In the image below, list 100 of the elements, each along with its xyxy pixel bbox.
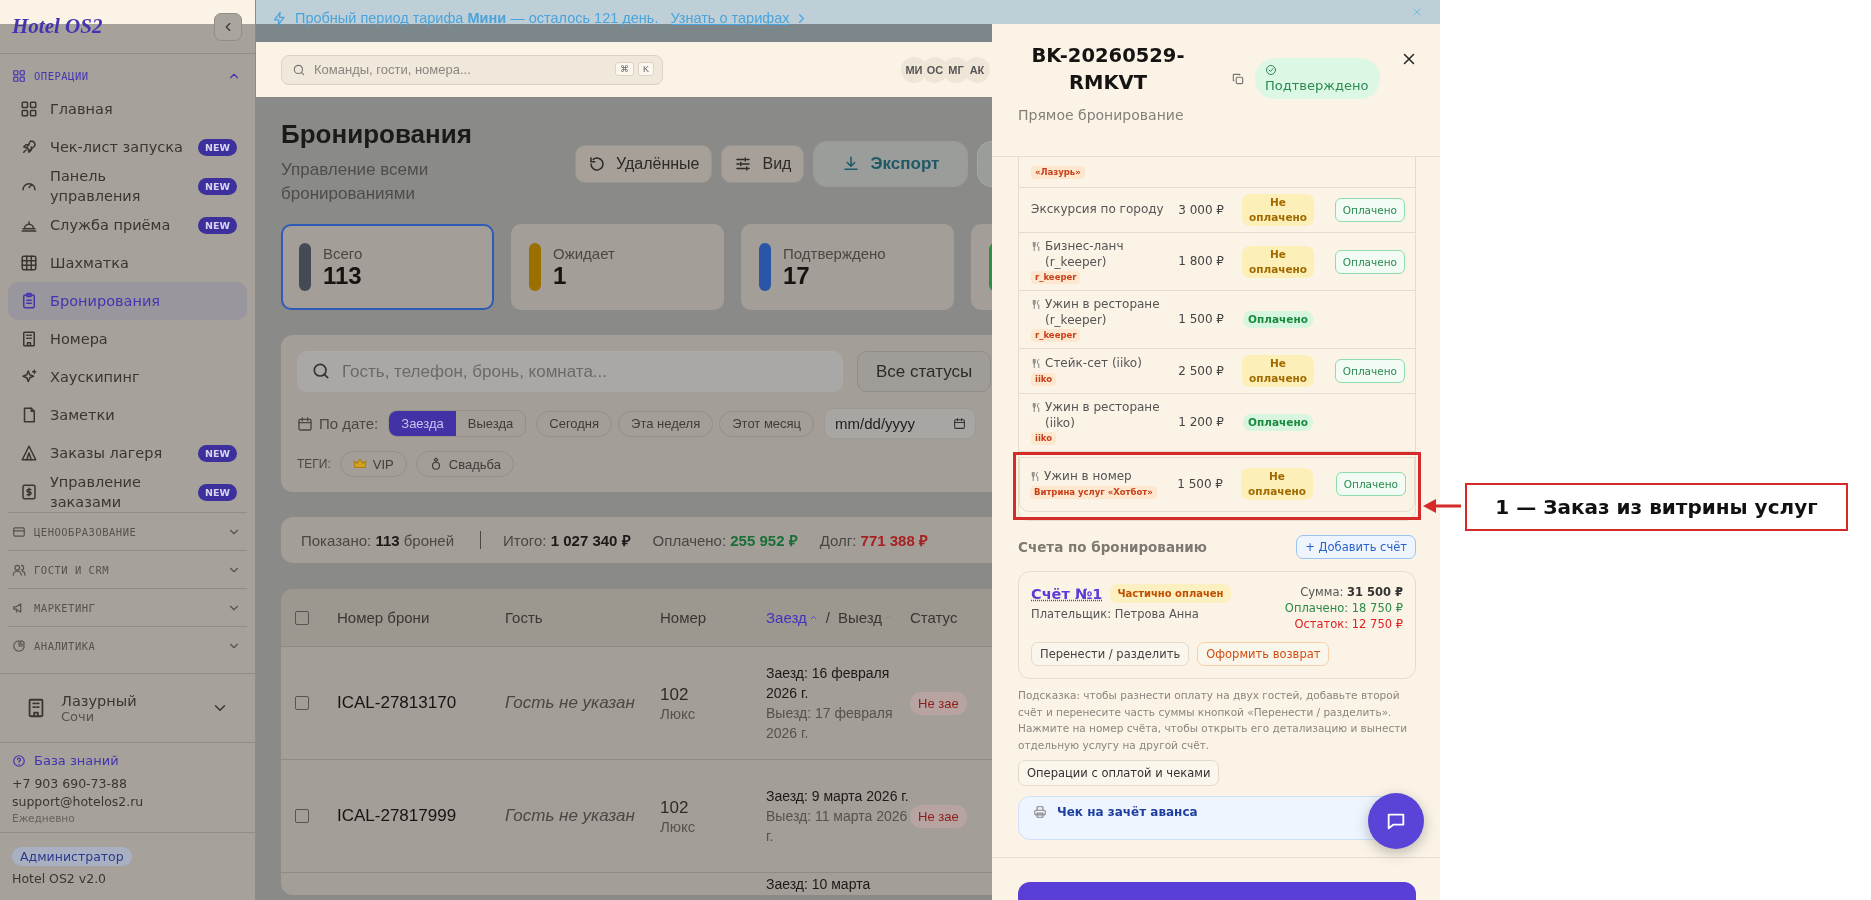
mark-paid-button[interactable]: Оплачено — [1334, 198, 1405, 222]
section-header[interactable]: МАРКЕТИНГ — [8, 588, 247, 626]
utensils-icon — [1031, 402, 1042, 413]
new-badge: NEW — [198, 216, 237, 234]
date-mode-tab[interactable]: Выезда — [455, 411, 526, 436]
sort-header[interactable]: Выезд — [837, 609, 893, 626]
lightning-icon — [272, 10, 287, 26]
service-price: 3 000 ₽ — [1177, 202, 1224, 218]
section-title: Счета по бронированию — [1018, 539, 1207, 555]
table-grid-icon — [20, 254, 38, 272]
nav-item[interactable]: Номера — [8, 320, 247, 358]
column-header[interactable]: Номер — [660, 609, 766, 626]
nav-item[interactable]: Заметки — [8, 396, 247, 434]
new-badge: NEW — [198, 138, 237, 156]
service-price: 1 500 ₽ — [1176, 476, 1223, 492]
section-header[interactable]: АНАЛИТИКА — [8, 626, 247, 664]
add-invoice-button[interactable]: + Добавить счёт — [1296, 535, 1416, 559]
nav-item[interactable]: Хаускипинг — [8, 358, 247, 396]
payment-status-badge: Не оплачено — [1242, 245, 1314, 278]
booking-search-field[interactable]: Гость, телефон, бронь, комната... — [297, 351, 843, 392]
source-tag: iiko — [1031, 432, 1057, 445]
tags-label: ТЕГИ: — [297, 457, 331, 471]
invoice-remaining: Остаток: 12 750 ₽ — [1294, 616, 1403, 632]
user-avatar[interactable]: МГ — [943, 56, 969, 83]
user-avatar[interactable]: АК — [964, 56, 990, 83]
user-avatar[interactable]: ОС — [922, 56, 948, 83]
service-name: Бизнес-ланч (r_keeper) — [1045, 239, 1125, 270]
credit-card-icon — [12, 524, 26, 539]
room-type: Люкс — [660, 817, 697, 835]
app-version: Hotel OS2 v2.0 — [12, 871, 107, 886]
date-field[interactable]: mm/dd/yyyy — [824, 408, 977, 439]
select-all-checkbox[interactable] — [295, 610, 309, 625]
nav-item[interactable]: Служба приёма NEW — [8, 206, 247, 244]
deleted-button[interactable]: Удалённые — [575, 145, 713, 183]
search-icon — [311, 361, 331, 381]
payment-status-badge: Не оплачено — [1242, 194, 1314, 226]
check-circle-icon — [1265, 64, 1277, 76]
nav-item[interactable]: Заказы лагеря NEW — [8, 434, 247, 472]
date-filter-label: По дате: — [319, 415, 379, 432]
section-header[interactable]: ЦЕНООБРАЗОВАНИЕ — [8, 512, 247, 550]
status-select[interactable]: Все статусы — [857, 351, 992, 392]
building-icon — [20, 330, 38, 348]
knowledge-base-link[interactable]: База знаний — [12, 753, 243, 768]
invoice-paid: Оплачено: 18 750 ₽ — [1284, 600, 1403, 616]
summary-total: Долг: 771 388 ₽ — [819, 531, 928, 550]
collapse-sidebar-button[interactable] — [214, 12, 242, 41]
nav-item[interactable]: Главная — [8, 90, 247, 128]
column-header[interactable]: Номер брони — [337, 609, 505, 626]
guest-name: Гость не указан — [505, 692, 635, 714]
stat-value: 1 — [553, 261, 567, 290]
service-name: Ужин в ресторане (iiko) — [1045, 400, 1161, 431]
sort-header[interactable]: Заезд — [766, 609, 818, 626]
source-tag: r_keeper — [1031, 329, 1081, 342]
support-hours: Ежедневно — [12, 812, 76, 824]
booking-id[interactable]: ICAL-27817999 — [337, 806, 505, 826]
date-mode-tab[interactable]: Заезда — [389, 411, 456, 436]
mark-paid-button[interactable]: Оплачено — [1335, 472, 1406, 496]
view-button[interactable]: Вид — [721, 145, 805, 183]
section-header[interactable]: ГОСТИ И CRM — [8, 550, 247, 588]
new-badge: NEW — [198, 444, 237, 462]
mark-paid-button[interactable]: Оплачено — [1334, 359, 1405, 383]
service-price: 2 500 ₽ — [1177, 363, 1224, 379]
checkout-date: Выезд: 11 марта 2026 г. — [766, 807, 909, 846]
stat-card[interactable]: Подтверждено 17 — [741, 224, 954, 310]
invoice-link[interactable]: Счёт №1 — [1031, 585, 1103, 602]
column-header[interactable]: Статус — [910, 609, 958, 626]
stat-card[interactable]: Всего 113 — [281, 224, 494, 310]
room-number: 102 — [660, 797, 690, 818]
summary-total: Оплачено: 255 952 ₽ — [652, 531, 798, 550]
payment-operations-button[interactable]: Операции с оплатой и чеками — [1018, 760, 1220, 786]
booking-id[interactable]: ICAL-27813170 — [337, 693, 505, 713]
copy-button[interactable] — [1231, 72, 1245, 86]
nav-item[interactable]: Шахматка — [8, 244, 247, 282]
property-selector[interactable]: Лазурный Сочи — [0, 673, 255, 743]
service-price: 1 800 ₽ — [1177, 254, 1224, 269]
checkout-date: Выезд: 17 февраля 2026 г. — [766, 704, 894, 743]
mark-paid-button[interactable]: Оплачено — [1334, 249, 1405, 274]
split-button[interactable]: Перенести / разделить — [1031, 642, 1190, 666]
stat-card[interactable]: Ожидает 1 — [511, 224, 724, 310]
refund-button[interactable]: Оформить возврат — [1197, 642, 1330, 666]
export-button[interactable]: Экспорт — [813, 141, 969, 187]
user-avatar[interactable]: МИ — [901, 56, 927, 83]
nav-item[interactable]: Бронирования — [8, 282, 247, 320]
invoice-status-badge: Частично оплачен — [1110, 584, 1231, 603]
utensils-icon — [1031, 299, 1042, 310]
new-badge: NEW — [198, 177, 237, 195]
row-checkbox[interactable] — [295, 809, 309, 823]
service-name: Стейк-сет (iiko) — [1045, 356, 1142, 372]
nav-item[interactable]: Панель управления NEW — [8, 166, 247, 206]
help-icon — [12, 753, 26, 768]
section-header[interactable]: ОПЕРАЦИИ — [8, 62, 247, 90]
download-icon — [842, 155, 861, 173]
stat-label: Подтверждено — [783, 244, 886, 262]
row-checkbox[interactable] — [295, 696, 309, 710]
slash-separator: / — [825, 609, 830, 626]
checkin-date: Заезд: 10 марта — [766, 876, 871, 892]
nav-item[interactable]: Управление заказами NEW — [8, 472, 247, 512]
column-header[interactable]: Гость — [505, 609, 660, 626]
sliders-icon — [734, 155, 753, 173]
nav-item[interactable]: Чек-лист запуска NEW — [8, 128, 247, 166]
